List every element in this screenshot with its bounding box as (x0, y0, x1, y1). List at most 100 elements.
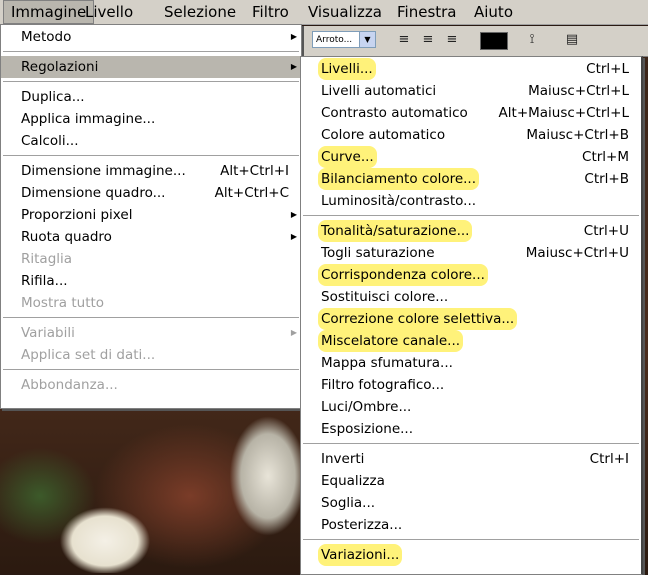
menu-item-shortcut: Ctrl+M (582, 149, 629, 165)
menu-item-mappa-sfumatura[interactable]: Mappa sfumatura... (301, 352, 641, 374)
menu-item-variazioni[interactable]: Variazioni... (301, 544, 641, 566)
menu-item-label: Luminosità/contrasto... (321, 193, 477, 209)
menu-item-label: Equalizza (321, 473, 385, 489)
image-menu: Metodo ▶ Regolazioni ▶ Duplica... Applica imm… (0, 24, 302, 409)
menu-item-esposizione[interactable]: Esposizione... (301, 418, 641, 440)
menu-item-label: Tonalità/saturazione... (318, 220, 473, 242)
menu-item-label: Ritaglia (21, 251, 73, 267)
align-right-icon[interactable]: ≡ (444, 32, 460, 48)
menu-separator (303, 539, 639, 541)
menu-item-shortcut: Maiusc+Ctrl+U (525, 245, 629, 261)
menu-item-label: Sostituisci colore... (321, 289, 449, 305)
menu-item-bilanciamento-colore[interactable]: Bilanciamento colore... Ctrl+B (301, 168, 641, 190)
menu-item-proporzioni-pixel[interactable]: Proporzioni pixel ▶ (1, 204, 301, 226)
menu-item-label: Dimensione immagine... (21, 163, 186, 179)
menu-item-tonalità-saturazione[interactable]: Tonalità/saturazione... Ctrl+U (301, 220, 641, 242)
menu-item-label: Calcoli... (21, 133, 79, 149)
submenu-arrow-icon: ▶ (290, 210, 297, 219)
menu-item-posterizza[interactable]: Posterizza... (301, 514, 641, 536)
menu-item-label: Dimensione quadro... (21, 185, 166, 201)
menu-item-label: Variazioni... (318, 544, 403, 566)
submenu-arrow-icon: ▶ (290, 62, 297, 71)
menu-item-label: Duplica... (21, 89, 85, 105)
menu-item-soglia[interactable]: Soglia... (301, 492, 641, 514)
menubar-item[interactable]: Livello (78, 0, 140, 24)
menu-item-variabili: Variabili ▶ (1, 322, 301, 344)
menu-item-rifila[interactable]: Rifila... (1, 270, 301, 292)
menubar-item[interactable]: Filtro (245, 0, 296, 24)
menu-item-abbondanza: Abbondanza... (1, 374, 301, 396)
antialias-select[interactable]: Arroto... ▼ (312, 31, 376, 48)
submenu-arrow-icon: ▶ (290, 32, 297, 41)
menu-item-label: Metodo (21, 29, 72, 45)
menu-separator (303, 215, 639, 217)
menu-item-label: Posterizza... (321, 517, 403, 533)
menu-item-luci-ombre[interactable]: Luci/Ombre... (301, 396, 641, 418)
menu-item-regolazioni[interactable]: Regolazioni ▶ (1, 56, 301, 78)
adjustments-submenu: Livelli... Ctrl+L Livelli automatici Maiusc… (300, 56, 643, 575)
menu-item-miscelatore-canale[interactable]: Miscelatore canale... (301, 330, 641, 352)
menu-item-sostituisci-colore[interactable]: Sostituisci colore... (301, 286, 641, 308)
menu-item-corrispondenza-colore[interactable]: Corrispondenza colore... (301, 264, 641, 286)
palettes-icon[interactable]: ▤ (564, 32, 580, 48)
menu-item-curve[interactable]: Curve... Ctrl+M (301, 146, 641, 168)
menu-item-dimensione-immagine[interactable]: Dimensione immagine... Alt+Ctrl+I (1, 160, 301, 182)
warp-text-icon[interactable]: ⟟ (524, 32, 540, 48)
menu-item-label: Regolazioni (21, 59, 99, 75)
antialias-select-value: Arroto... (316, 35, 353, 45)
align-center-icon[interactable]: ≡ (420, 32, 436, 48)
menu-item-label: Filtro fotografico... (321, 377, 445, 393)
menu-item-label: Miscelatore canale... (318, 330, 464, 352)
menu-item-togli-saturazione[interactable]: Togli saturazione Maiusc+Ctrl+U (301, 242, 641, 264)
menu-item-duplica[interactable]: Duplica... (1, 86, 301, 108)
menu-item-shortcut: Ctrl+B (584, 171, 629, 187)
menu-item-dimensione-quadro[interactable]: Dimensione quadro... Alt+Ctrl+C (1, 182, 301, 204)
menubar-item[interactable]: Aiuto (467, 0, 520, 24)
align-left-icon[interactable]: ≡ (396, 32, 412, 48)
menu-separator (3, 155, 299, 157)
menu-item-label: Proporzioni pixel (21, 207, 133, 223)
menu-item-shortcut: Ctrl+I (589, 451, 629, 467)
menu-item-label: Esposizione... (321, 421, 414, 437)
menu-item-shortcut: Maiusc+Ctrl+L (528, 83, 629, 99)
menu-item-livelli-automatici[interactable]: Livelli automatici Maiusc+Ctrl+L (301, 80, 641, 102)
menu-item-colore-automatico[interactable]: Colore automatico Maiusc+Ctrl+B (301, 124, 641, 146)
menu-separator (3, 317, 299, 319)
menu-item-shortcut: Alt+Ctrl+I (220, 163, 289, 179)
menu-item-label: Corrispondenza colore... (318, 264, 488, 286)
menu-item-label: Inverti (321, 451, 365, 467)
menu-item-equalizza[interactable]: Equalizza (301, 470, 641, 492)
menu-item-label: Abbondanza... (21, 377, 118, 393)
menu-separator (3, 369, 299, 371)
menu-item-luminosità-contrasto[interactable]: Luminosità/contrasto... (301, 190, 641, 212)
menubar-item[interactable]: Visualizza (301, 0, 389, 24)
menu-item-correzione-colore-selettiva[interactable]: Correzione colore selettiva... (301, 308, 641, 330)
submenu-arrow-icon: ▶ (290, 232, 297, 241)
menu-bar: Immagine Livello Selezione Filtro Visualizza… (0, 0, 648, 25)
menubar-item[interactable]: Finestra (390, 0, 464, 24)
menu-separator (303, 443, 639, 445)
menu-item-shortcut: Alt+Maiusc+Ctrl+L (498, 105, 629, 121)
menu-item-mostra-tutto: Mostra tutto (1, 292, 301, 314)
menu-item-livelli[interactable]: Livelli... Ctrl+L (301, 58, 641, 80)
text-color-swatch[interactable] (480, 32, 508, 50)
menu-item-shortcut: Ctrl+U (583, 223, 629, 239)
options-toolbar: Arroto... ▼ ≡ ≡ ≡ ⟟ ▤ (300, 26, 648, 57)
menu-item-calcoli[interactable]: Calcoli... (1, 130, 301, 152)
menu-item-shortcut: Ctrl+L (586, 61, 629, 77)
menu-item-label: Colore automatico (321, 127, 446, 143)
menu-item-label: Curve... (318, 146, 377, 168)
menu-item-label: Livelli... (318, 58, 376, 80)
menu-item-applica-immagine[interactable]: Applica immagine... (1, 108, 301, 130)
menu-item-label: Luci/Ombre... (321, 399, 412, 415)
menu-item-filtro-fotografico[interactable]: Filtro fotografico... (301, 374, 641, 396)
menu-item-label: Mostra tutto (21, 295, 105, 311)
menu-item-contrasto-automatico[interactable]: Contrasto automatico Alt+Maiusc+Ctrl+L (301, 102, 641, 124)
menu-item-label: Correzione colore selettiva... (318, 308, 518, 330)
menu-item-ruota-quadro[interactable]: Ruota quadro ▶ (1, 226, 301, 248)
menu-item-inverti[interactable]: Inverti Ctrl+I (301, 448, 641, 470)
menu-item-metodo[interactable]: Metodo ▶ (1, 26, 301, 48)
menu-item-label: Rifila... (21, 273, 68, 289)
menubar-item[interactable]: Selezione (157, 0, 243, 24)
submenu-arrow-icon: ▶ (290, 328, 297, 337)
